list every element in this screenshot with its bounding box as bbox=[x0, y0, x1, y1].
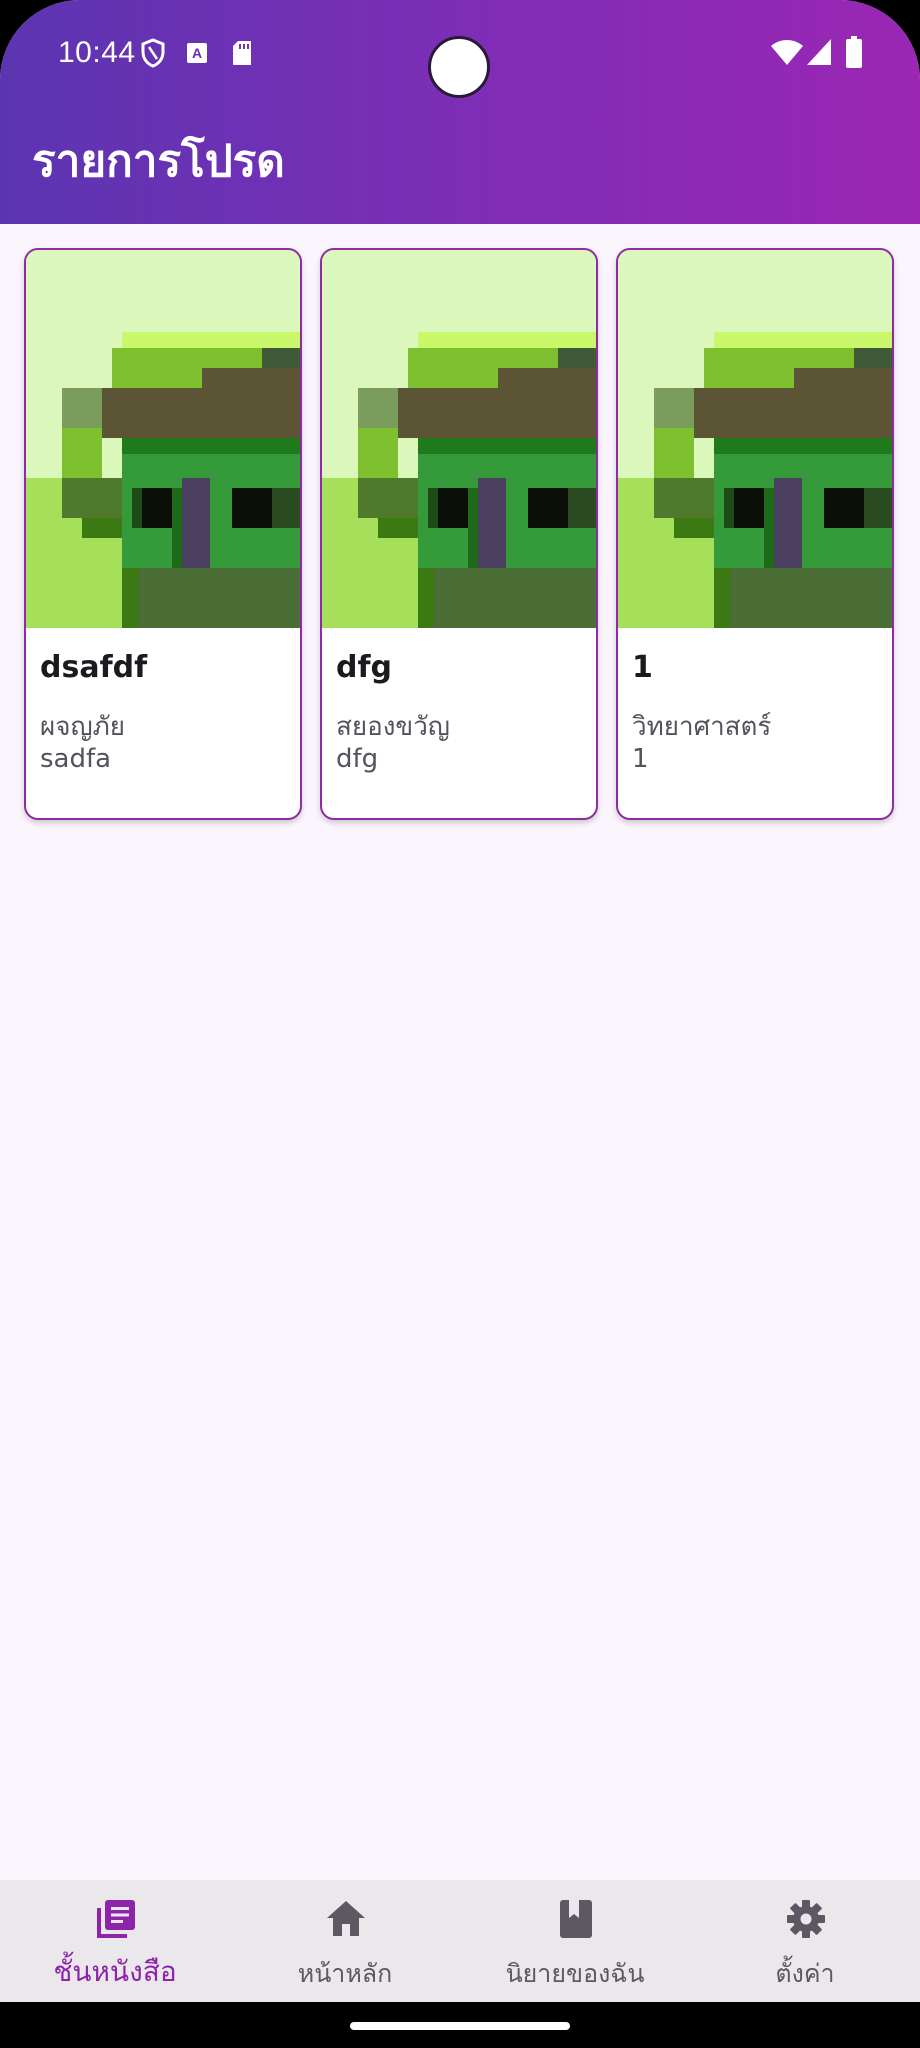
novel-genre: วิทยาศาสตร์ bbox=[632, 712, 772, 742]
novel-genre: สยองขวัญ bbox=[336, 712, 450, 742]
book-icon bbox=[555, 1898, 597, 1940]
nav-label: ตั้งค่า bbox=[775, 1959, 835, 1988]
battery-icon bbox=[846, 36, 862, 73]
novel-subtitle: sadfa bbox=[40, 744, 112, 774]
page-title: รายการโปรด bbox=[32, 136, 285, 187]
novel-genre: ผจญภัย bbox=[40, 712, 125, 742]
novel-card[interactable]: dfg สยองขวัญ dfg bbox=[320, 248, 598, 820]
signal-icon bbox=[806, 38, 832, 71]
app-header: 10:44 A รายการโปรด bbox=[0, 0, 920, 224]
home-gesture-handle[interactable] bbox=[350, 2022, 570, 2030]
status-bar: 10:44 A bbox=[0, 0, 920, 110]
nav-item-settings[interactable]: ตั้งค่า bbox=[690, 1880, 920, 2002]
sd-card-icon bbox=[232, 40, 252, 71]
gear-icon bbox=[785, 1898, 827, 1940]
library-books-icon bbox=[95, 1898, 137, 1940]
nav-label: ชั้นหนังสือ bbox=[53, 1955, 177, 1988]
pixel-house-image bbox=[618, 250, 892, 628]
app-screen: 10:44 A รายการโปรด dsafdf ผจญภัย sadfa d… bbox=[0, 0, 920, 2048]
keyboard-a-icon: A bbox=[186, 42, 208, 69]
nav-label: หน้าหลัก bbox=[297, 1959, 393, 1988]
pixel-house-image bbox=[26, 250, 300, 628]
bottom-navigation: ชั้นหนังสือ หน้าหลัก นิยายของฉัน ตั้งค่า bbox=[0, 1880, 920, 2002]
novel-card[interactable]: 1 วิทยาศาสตร์ 1 bbox=[616, 248, 894, 820]
svg-text:A: A bbox=[192, 45, 202, 61]
favorites-grid: dsafdf ผจญภัย sadfa dfg สยองขวัญ dfg 1 ว… bbox=[24, 248, 896, 824]
nav-label: นิยายของฉัน bbox=[505, 1959, 645, 1988]
shield-icon bbox=[140, 38, 166, 73]
front-camera bbox=[428, 36, 490, 98]
novel-subtitle: dfg bbox=[336, 744, 379, 774]
gesture-navigation-bar bbox=[0, 2002, 920, 2048]
nav-item-bookshelf[interactable]: ชั้นหนังสือ bbox=[0, 1880, 230, 2002]
status-time: 10:44 bbox=[58, 36, 136, 69]
nav-item-home[interactable]: หน้าหลัก bbox=[230, 1880, 460, 2002]
wifi-icon bbox=[770, 38, 804, 71]
novel-title: 1 bbox=[632, 650, 653, 685]
nav-item-my-novels[interactable]: นิยายของฉัน bbox=[460, 1880, 690, 2002]
novel-title: dfg bbox=[336, 650, 393, 685]
home-icon bbox=[325, 1898, 367, 1940]
novel-subtitle: 1 bbox=[632, 744, 649, 774]
novel-title: dsafdf bbox=[40, 650, 148, 685]
pixel-house-image bbox=[322, 250, 596, 628]
novel-card[interactable]: dsafdf ผจญภัย sadfa bbox=[24, 248, 302, 820]
